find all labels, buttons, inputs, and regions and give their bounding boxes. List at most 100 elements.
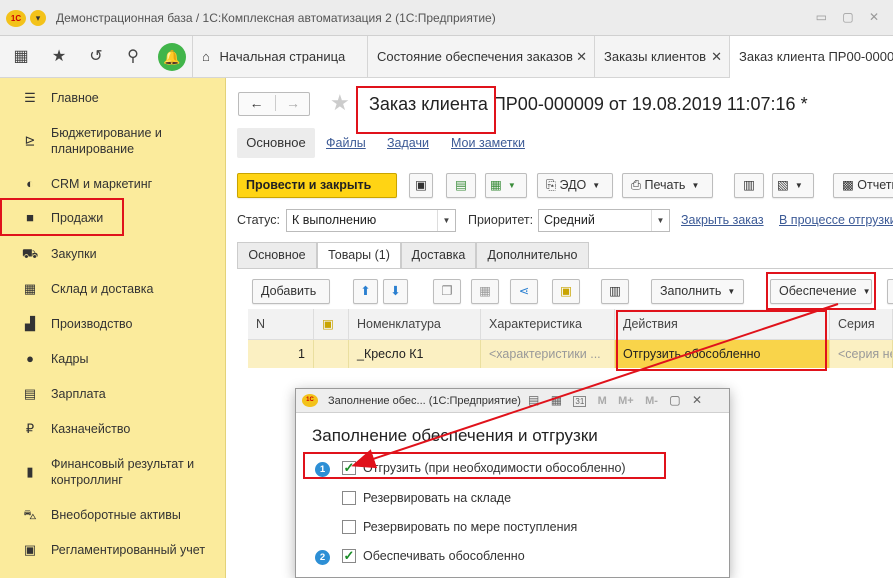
table-cell-n[interactable]: 1: [248, 340, 314, 368]
history-icon[interactable]: ↺: [85, 47, 107, 67]
tab-client-order[interactable]: Заказ клиента ПР00-000009 от 19.08.2019 …: [729, 36, 893, 78]
search-icon[interactable]: ⚲: [122, 47, 144, 67]
add-button[interactable]: Добавить: [252, 279, 330, 304]
table-cell-characteristic[interactable]: <характеристики ...: [481, 340, 615, 368]
tab-form-additional[interactable]: Дополнительно: [476, 242, 589, 269]
table-cell-series[interactable]: <серия не...: [830, 340, 893, 368]
move-down-icon[interactable]: ⬇: [383, 279, 408, 304]
close-tab-icon[interactable]: ✕: [576, 36, 587, 78]
shipping-status-link[interactable]: В процессе отгрузки: [779, 213, 893, 227]
close-order-link[interactable]: Закрыть заказ: [681, 213, 764, 227]
chevron-down-icon[interactable]: ▼: [651, 210, 669, 231]
column-header-characteristic[interactable]: Характеристика: [481, 309, 615, 340]
maximize-icon[interactable]: ▢: [669, 393, 680, 407]
column-header-nomenclature[interactable]: Номенклатура: [349, 309, 481, 340]
tab-form-delivery[interactable]: Доставка: [401, 242, 476, 269]
post-and-close-button[interactable]: Провести и закрыть: [237, 173, 397, 198]
tab-client-orders[interactable]: Заказы клиентов ✕: [594, 36, 729, 78]
memory-minus-button[interactable]: M-: [645, 395, 658, 407]
printer-icon: ⎙: [631, 178, 642, 192]
table-cell-icon[interactable]: [314, 340, 349, 368]
split-icon[interactable]: ⋖: [510, 279, 538, 304]
step-badge-2: 2: [315, 550, 330, 565]
ship-option-label[interactable]: Отгрузить (при необходимости обособленно…: [363, 461, 626, 475]
close-icon[interactable]: ✕: [692, 393, 702, 407]
tab-form-main[interactable]: Основное: [237, 242, 317, 269]
provision-button[interactable]: Обеспечение ▼: [770, 279, 872, 304]
sublink-files[interactable]: Файлы: [326, 136, 366, 150]
sublink-notes[interactable]: Мои заметки: [451, 136, 525, 150]
calculator-icon: ▣: [23, 542, 37, 557]
reports-button[interactable]: ▩ Отчеты: [833, 173, 893, 198]
barcode-icon[interactable]: ▥: [601, 279, 629, 304]
calendar-icon[interactable]: 31: [573, 396, 587, 407]
move-up-icon[interactable]: ⬆: [353, 279, 378, 304]
tab-divider: [237, 268, 893, 269]
favorite-star-icon[interactable]: ★: [330, 90, 350, 116]
save-icon[interactable]: ▣: [409, 173, 433, 198]
reserve-icon: ▣: [322, 317, 334, 331]
top-toolbar: ▦ ★ ↺ ⚲ 🔔 ⌂ Начальная страница Состояние…: [0, 36, 893, 78]
more-button[interactable]: [887, 279, 893, 304]
column-header-n[interactable]: N: [248, 309, 314, 340]
print-button[interactable]: ⎙ Печать ▼: [622, 173, 713, 198]
memory-m-button[interactable]: M: [598, 395, 607, 407]
table-cell-nomenclature[interactable]: _Кресло К1: [349, 340, 481, 368]
post-icon[interactable]: ▤: [446, 173, 476, 198]
crm-icon: ◐: [26, 176, 34, 191]
back-arrow-icon[interactable]: ←: [239, 95, 274, 111]
reserve-incoming-label[interactable]: Резервировать по мере поступления: [363, 520, 577, 534]
tab-home[interactable]: ⌂ Начальная страница: [192, 36, 367, 78]
document-icon[interactable]: ▤: [528, 393, 539, 407]
column-header-series[interactable]: Серия: [830, 309, 893, 340]
favorites-star-icon[interactable]: ★: [48, 47, 70, 67]
chevron-down-icon[interactable]: ▼: [437, 210, 455, 231]
fill-provision-dialog: 1С Заполнение обес... (1С:Предприятие) ▤…: [295, 388, 730, 578]
document-list-icon[interactable]: ▥: [734, 173, 764, 198]
separate-provision-checkbox[interactable]: ✓: [342, 549, 356, 563]
attachments-icon[interactable]: ▧ ▼: [772, 173, 814, 198]
paste-icon[interactable]: ▦: [471, 279, 499, 304]
sales-bag-icon: ■: [26, 210, 34, 225]
step-badge-1: 1: [315, 462, 330, 477]
grid-menu-icon[interactable]: ▦: [10, 47, 32, 67]
sublink-tasks[interactable]: Задачи: [387, 136, 429, 150]
reserve-incoming-checkbox[interactable]: [342, 520, 356, 534]
fill-button[interactable]: Заполнить ▼: [651, 279, 744, 304]
reserve-warehouse-checkbox[interactable]: [342, 491, 356, 505]
sublink-main[interactable]: Основное: [237, 128, 315, 158]
close-tab-icon[interactable]: ✕: [711, 36, 722, 78]
notifications-bell-icon[interactable]: 🔔: [158, 43, 186, 71]
tab-provision-status[interactable]: Состояние обеспечения заказов ✕: [367, 36, 594, 78]
chart-icon: ▮: [26, 464, 34, 479]
person-icon: ●: [26, 351, 34, 366]
copy-icon[interactable]: ❐: [433, 279, 461, 304]
nav-back-forward: ← →: [238, 92, 310, 116]
app-menu-icon[interactable]: ▾: [30, 10, 46, 26]
treasury-icon: ₽: [25, 421, 35, 436]
ship-checkbox[interactable]: ✓: [342, 461, 356, 475]
reports-icon: ▩: [842, 178, 854, 192]
priority-label: Приоритет:: [468, 213, 534, 227]
factory-icon: ▟: [25, 316, 35, 331]
select-items-icon[interactable]: ▣: [552, 279, 580, 304]
window-title: Демонстрационная база / 1С:Комплексная а…: [56, 11, 496, 25]
app-logo-icon: 1С: [302, 394, 318, 407]
separate-provision-label[interactable]: Обеспечивать обособленно: [363, 549, 525, 563]
forward-arrow-icon[interactable]: →: [275, 95, 310, 111]
create-based-on-icon[interactable]: ▦ ▼: [485, 173, 527, 198]
dialog-title: Заполнение обес... (1С:Предприятие): [328, 395, 521, 407]
status-select[interactable]: К выполнению ▼: [286, 209, 456, 232]
memory-plus-button[interactable]: M+: [618, 395, 634, 407]
reserve-warehouse-label[interactable]: Резервировать на складе: [363, 491, 511, 505]
table-cell-action[interactable]: Отгрузить обособленно: [615, 340, 830, 368]
page-title: Заказ клиента ПР00-000009 от 19.08.2019 …: [369, 94, 808, 114]
column-header-actions[interactable]: Действия: [615, 309, 830, 340]
column-header-icon[interactable]: ▣: [314, 309, 349, 340]
window-controls[interactable]: ▭ ▢ ✕: [816, 10, 885, 24]
priority-select[interactable]: Средний ▼: [538, 209, 670, 232]
calculator-icon[interactable]: ▦: [551, 393, 562, 407]
dialog-heading: Заполнение обеспечения и отгрузки: [312, 426, 598, 445]
edo-button[interactable]: ⎘ ЭДО ▼: [537, 173, 613, 198]
tab-form-goods[interactable]: Товары (1): [317, 242, 401, 269]
